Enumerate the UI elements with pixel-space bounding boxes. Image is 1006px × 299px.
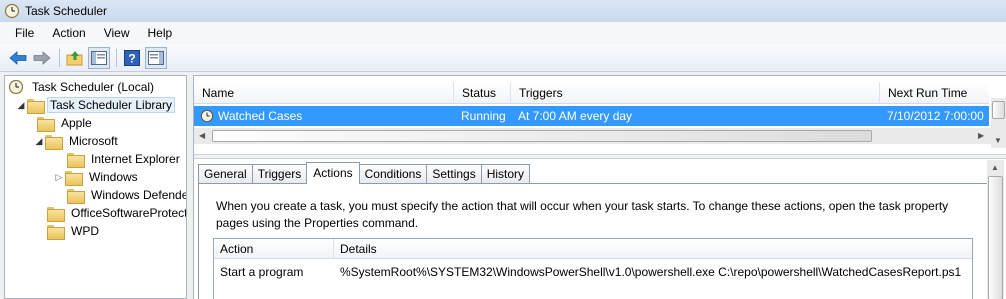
- tree-item-root[interactable]: Task Scheduler (Local): [8, 78, 158, 96]
- tree-item-microsoft[interactable]: ◢ Microsoft: [33, 132, 122, 150]
- column-header-details[interactable]: Details: [334, 239, 972, 259]
- toolbar: ?: [0, 44, 1006, 72]
- tree-item-label: OfficeSoftwareProtect: [71, 206, 187, 220]
- expanded-arrow-icon[interactable]: ◢: [15, 100, 27, 111]
- navigation-tree: Task Scheduler (Local) ◢ Task Scheduler …: [4, 75, 187, 299]
- scroll-left-arrow-icon[interactable]: ◀: [199, 131, 205, 140]
- task-triggers: At 7:00 AM every day: [518, 109, 633, 123]
- tree-item-windows[interactable]: ▷ Windows: [53, 168, 142, 186]
- show-hide-action-pane-icon: [148, 50, 164, 65]
- folder-icon: [65, 169, 83, 186]
- svg-text:?: ?: [128, 51, 135, 65]
- column-header-name[interactable]: Name: [194, 82, 454, 104]
- back-button[interactable]: [7, 47, 29, 69]
- toolbar-separator: [116, 48, 117, 67]
- actions-description: When you create a task, you must specify…: [216, 199, 949, 230]
- actions-tab-panel: When you create a task, you must specify…: [198, 183, 1003, 299]
- up-button[interactable]: [64, 47, 86, 69]
- show-hide-tree-icon: [91, 50, 107, 65]
- tree-item-label: Internet Explorer: [91, 152, 180, 166]
- scrollbar-thumb[interactable]: [212, 130, 872, 142]
- tree-item-label: Windows: [89, 170, 138, 184]
- folder-icon: [45, 133, 63, 150]
- folder-icon: [47, 223, 65, 240]
- tree-item-label: Task Scheduler Library: [47, 97, 176, 113]
- back-arrow-icon: [9, 50, 27, 65]
- tree-item-wpd[interactable]: WPD: [47, 222, 103, 240]
- forward-button[interactable]: [31, 47, 53, 69]
- menu-action[interactable]: Action: [43, 24, 94, 42]
- scroll-down-arrow-icon[interactable]: ▼: [994, 136, 1002, 145]
- clock-icon: [4, 3, 20, 19]
- scroll-up-arrow-icon[interactable]: ▲: [991, 163, 999, 172]
- tab-triggers[interactable]: Triggers: [251, 164, 308, 184]
- toolbar-separator: [59, 48, 60, 67]
- column-header-status[interactable]: Status: [454, 82, 511, 104]
- column-header-action[interactable]: Action: [214, 239, 334, 259]
- tab-settings[interactable]: Settings: [426, 164, 482, 184]
- up-folder-icon: [66, 50, 83, 65]
- main-pane: Name Status Triggers Next Run Time Watch…: [193, 75, 1006, 299]
- menu-bar: File Action View Help: [0, 22, 1006, 44]
- folder-icon: [67, 151, 85, 168]
- tab-conditions[interactable]: Conditions: [358, 164, 428, 184]
- scrollbar-thumb[interactable]: [992, 101, 1005, 119]
- task-name-cell: Watched Cases: [198, 106, 454, 126]
- folder-clock-icon: [27, 97, 45, 114]
- help-icon: ?: [124, 49, 140, 66]
- tree-item-label: Microsoft: [69, 134, 118, 148]
- action-type-cell[interactable]: Start a program: [214, 263, 303, 281]
- scroll-right-arrow-icon[interactable]: ▶: [978, 131, 984, 140]
- menu-help[interactable]: Help: [139, 24, 182, 42]
- menu-view[interactable]: View: [95, 24, 139, 42]
- tab-general[interactable]: General: [198, 164, 253, 184]
- window-title: Task Scheduler: [25, 4, 108, 18]
- folder-icon: [37, 115, 55, 132]
- tree-item-label: WPD: [71, 224, 99, 238]
- scrollbar-thumb[interactable]: [988, 176, 1003, 299]
- tree-item-label: Apple: [61, 116, 92, 130]
- help-button[interactable]: ?: [121, 47, 143, 69]
- details-vertical-scrollbar[interactable]: ▲: [987, 160, 1004, 299]
- folder-icon: [67, 187, 85, 204]
- tab-actions[interactable]: Actions: [306, 162, 360, 184]
- show-hide-action-pane-button[interactable]: [145, 46, 167, 69]
- column-header-triggers[interactable]: Triggers: [511, 82, 880, 104]
- actions-table: Action Details Start a program %SystemRo…: [213, 238, 973, 299]
- tree-item-label: Windows Defende: [91, 188, 187, 202]
- task-properties-tabs: General Triggers Actions Conditions Sett…: [198, 162, 531, 184]
- pane-splitter[interactable]: [194, 154, 1006, 159]
- menu-file[interactable]: File: [6, 24, 43, 42]
- expanded-arrow-icon[interactable]: ◢: [33, 136, 45, 147]
- tree-item-internet-explorer[interactable]: Internet Explorer: [67, 150, 184, 168]
- task-list-vertical-scrollbar[interactable]: ▼: [991, 98, 1006, 148]
- tab-history[interactable]: History: [480, 164, 531, 184]
- tree-item-windows-defender[interactable]: Windows Defende: [67, 186, 187, 204]
- task-list-header: Name Status Triggers Next Run Time: [194, 82, 989, 104]
- task-list-horizontal-scrollbar[interactable]: ◀ ▶: [194, 128, 991, 144]
- task-name: Watched Cases: [218, 109, 303, 123]
- table-row[interactable]: Watched Cases Running At 7:00 AM every d…: [194, 106, 989, 126]
- tree-item-label: Task Scheduler (Local): [32, 80, 155, 94]
- task-clock-icon: [200, 109, 214, 123]
- task-status: Running: [461, 109, 506, 123]
- task-list: Name Status Triggers Next Run Time Watch…: [194, 76, 1006, 154]
- title-bar: Task Scheduler: [0, 0, 1006, 22]
- action-details-cell[interactable]: %SystemRoot%\SYSTEM32\WindowsPowerShell\…: [334, 263, 961, 281]
- show-hide-tree-button[interactable]: [88, 46, 110, 69]
- tree-item-library[interactable]: ◢ Task Scheduler Library: [15, 96, 176, 114]
- actions-table-header: Action Details: [214, 239, 972, 259]
- tree-item-office-software-protection[interactable]: OfficeSoftwareProtect: [47, 204, 187, 222]
- column-header-next-run-time[interactable]: Next Run Time: [880, 82, 989, 104]
- collapsed-arrow-icon[interactable]: ▷: [53, 172, 65, 183]
- task-next-run-time: 7/10/2012 7:00:00: [887, 109, 984, 123]
- forward-arrow-icon: [33, 50, 51, 65]
- clock-icon: [8, 79, 24, 95]
- tree-item-apple[interactable]: Apple: [37, 114, 96, 132]
- folder-icon: [47, 205, 65, 222]
